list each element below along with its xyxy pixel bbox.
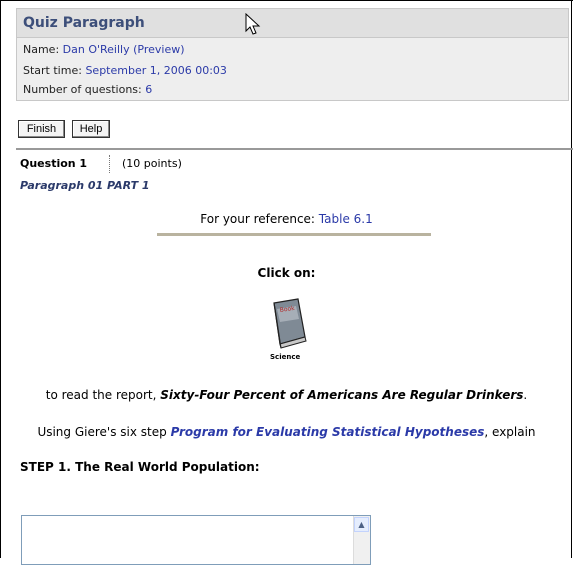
question-count-line: Number of questions: 6 — [23, 83, 152, 96]
report-prefix: to read the report, — [45, 388, 161, 402]
giere-suffix: , explain — [484, 425, 536, 439]
mouse-cursor-icon — [245, 13, 261, 35]
start-time-value: September 1, 2006 00:03 — [85, 64, 227, 77]
giere-prefix: Using Giere's six step — [37, 425, 171, 439]
science-book-icon[interactable]: Book Science — [268, 297, 314, 363]
finish-button[interactable]: Finish — [18, 120, 65, 138]
report-suffix: . — [523, 388, 528, 402]
step-1-label: STEP 1. The Real World Population: — [20, 460, 260, 474]
scroll-up-arrow-icon[interactable]: ▲ — [354, 517, 369, 532]
name-label: Name: — [23, 43, 63, 56]
question-number: Question 1 — [20, 157, 88, 170]
question-count-label: Number of questions: — [23, 83, 146, 96]
start-time-line: Start time: September 1, 2006 00:03 — [23, 64, 227, 77]
reference-rule — [157, 233, 431, 236]
science-caption: Science — [270, 353, 300, 361]
quiz-title: Quiz Paragraph — [23, 15, 145, 31]
start-time-label: Start time: — [23, 64, 86, 77]
reference-prefix: For your reference: — [200, 212, 319, 226]
reference-line: For your reference: Table 6.1 — [0, 212, 573, 226]
question-heading: Question 1 — [20, 157, 87, 170]
name-line: Name: Dan O'Reilly (Preview) — [23, 43, 185, 56]
quiz-title-bar: Quiz Paragraph — [17, 9, 568, 38]
name-value: Dan O'Reilly (Preview) — [62, 43, 185, 56]
table-reference-link[interactable]: Table 6.1 — [319, 212, 373, 226]
section-separator — [16, 148, 573, 150]
help-button[interactable]: Help — [72, 120, 110, 138]
question-subtitle: Paragraph 01 PART 1 — [20, 179, 150, 192]
giere-program-link[interactable]: Program for Evaluating Statistical Hypot… — [171, 425, 485, 439]
question-points: (10 points) — [122, 157, 182, 170]
question-count-value: 6 — [145, 83, 153, 96]
report-line: to read the report, Sixty-Four Percent o… — [0, 388, 573, 402]
question-divider — [109, 155, 110, 173]
window-frame-top — [0, 0, 573, 1]
click-on-label: Click on: — [257, 266, 316, 280]
giere-line: Using Giere's six step Program for Evalu… — [0, 425, 573, 439]
report-title: Sixty-Four Percent of Americans Are Regu… — [160, 388, 524, 402]
quiz-info-panel: Quiz Paragraph Name: Dan O'Reilly (Previ… — [16, 8, 569, 101]
